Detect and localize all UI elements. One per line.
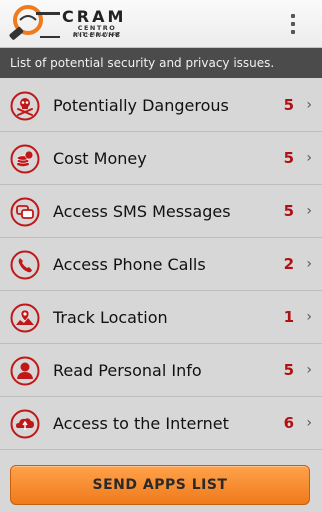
overflow-dot [291,22,295,26]
category-count: 5 [283,202,294,220]
category-count: 6 [283,414,294,432]
category-label: Read Personal Info [53,361,202,380]
category-row-potentially-dangerous[interactable]: Potentially Dangerous 5 › [0,79,322,132]
category-row-access-internet[interactable]: Access to the Internet 6 › [0,397,322,450]
chevron-right-icon: › [306,415,312,431]
cloud-icon [10,409,40,439]
category-count: 1 [283,308,294,326]
category-label: Track Location [53,308,168,327]
skull-crossbones-icon [10,91,40,121]
chevron-right-icon: › [306,150,312,166]
category-count: 5 [283,361,294,379]
category-row-access-phone-calls[interactable]: Access Phone Calls 2 › [0,238,322,291]
category-row-cost-money[interactable]: Cost Money 5 › [0,132,322,185]
chevron-right-icon: › [306,309,312,325]
overflow-menu-icon[interactable] [283,12,303,36]
subtitle-bar: List of potential security and privacy i… [0,48,322,78]
person-icon [10,356,40,386]
chevron-right-icon: › [306,362,312,378]
category-label: Potentially Dangerous [53,96,229,115]
category-row-access-sms[interactable]: Access SMS Messages 5 › [0,185,322,238]
footer-bar: SEND APPS LIST [0,459,322,512]
sms-bubbles-icon [10,197,40,227]
overflow-dot [291,30,295,34]
map-marker-icon [10,303,40,333]
app-bar: CRAM CENTRO RICERCHE ANTI-MALWARE [0,0,322,48]
coins-icon [10,144,40,174]
magnifier-logo-icon [9,5,60,40]
logo-subtitle-2: ANTI-MALWARE [73,32,121,38]
category-row-read-personal-info[interactable]: Read Personal Info 5 › [0,344,322,397]
category-list: Potentially Dangerous 5 › Cost Money 5 ›… [0,78,322,450]
category-row-track-location[interactable]: Track Location 1 › [0,291,322,344]
chevron-right-icon: › [306,256,312,272]
phone-handset-icon [10,250,40,280]
category-count: 5 [283,149,294,167]
category-label: Access Phone Calls [53,255,206,274]
category-count: 2 [283,255,294,273]
chevron-right-icon: › [306,203,312,219]
category-label: Access SMS Messages [53,202,231,221]
overflow-dot [291,14,295,18]
category-label: Cost Money [53,149,147,168]
category-count: 5 [283,96,294,114]
send-apps-list-button[interactable]: SEND APPS LIST [10,465,310,505]
category-label: Access to the Internet [53,414,229,433]
chevron-right-icon: › [306,97,312,113]
cram-logo: CRAM CENTRO RICERCHE ANTI-MALWARE [6,4,136,44]
